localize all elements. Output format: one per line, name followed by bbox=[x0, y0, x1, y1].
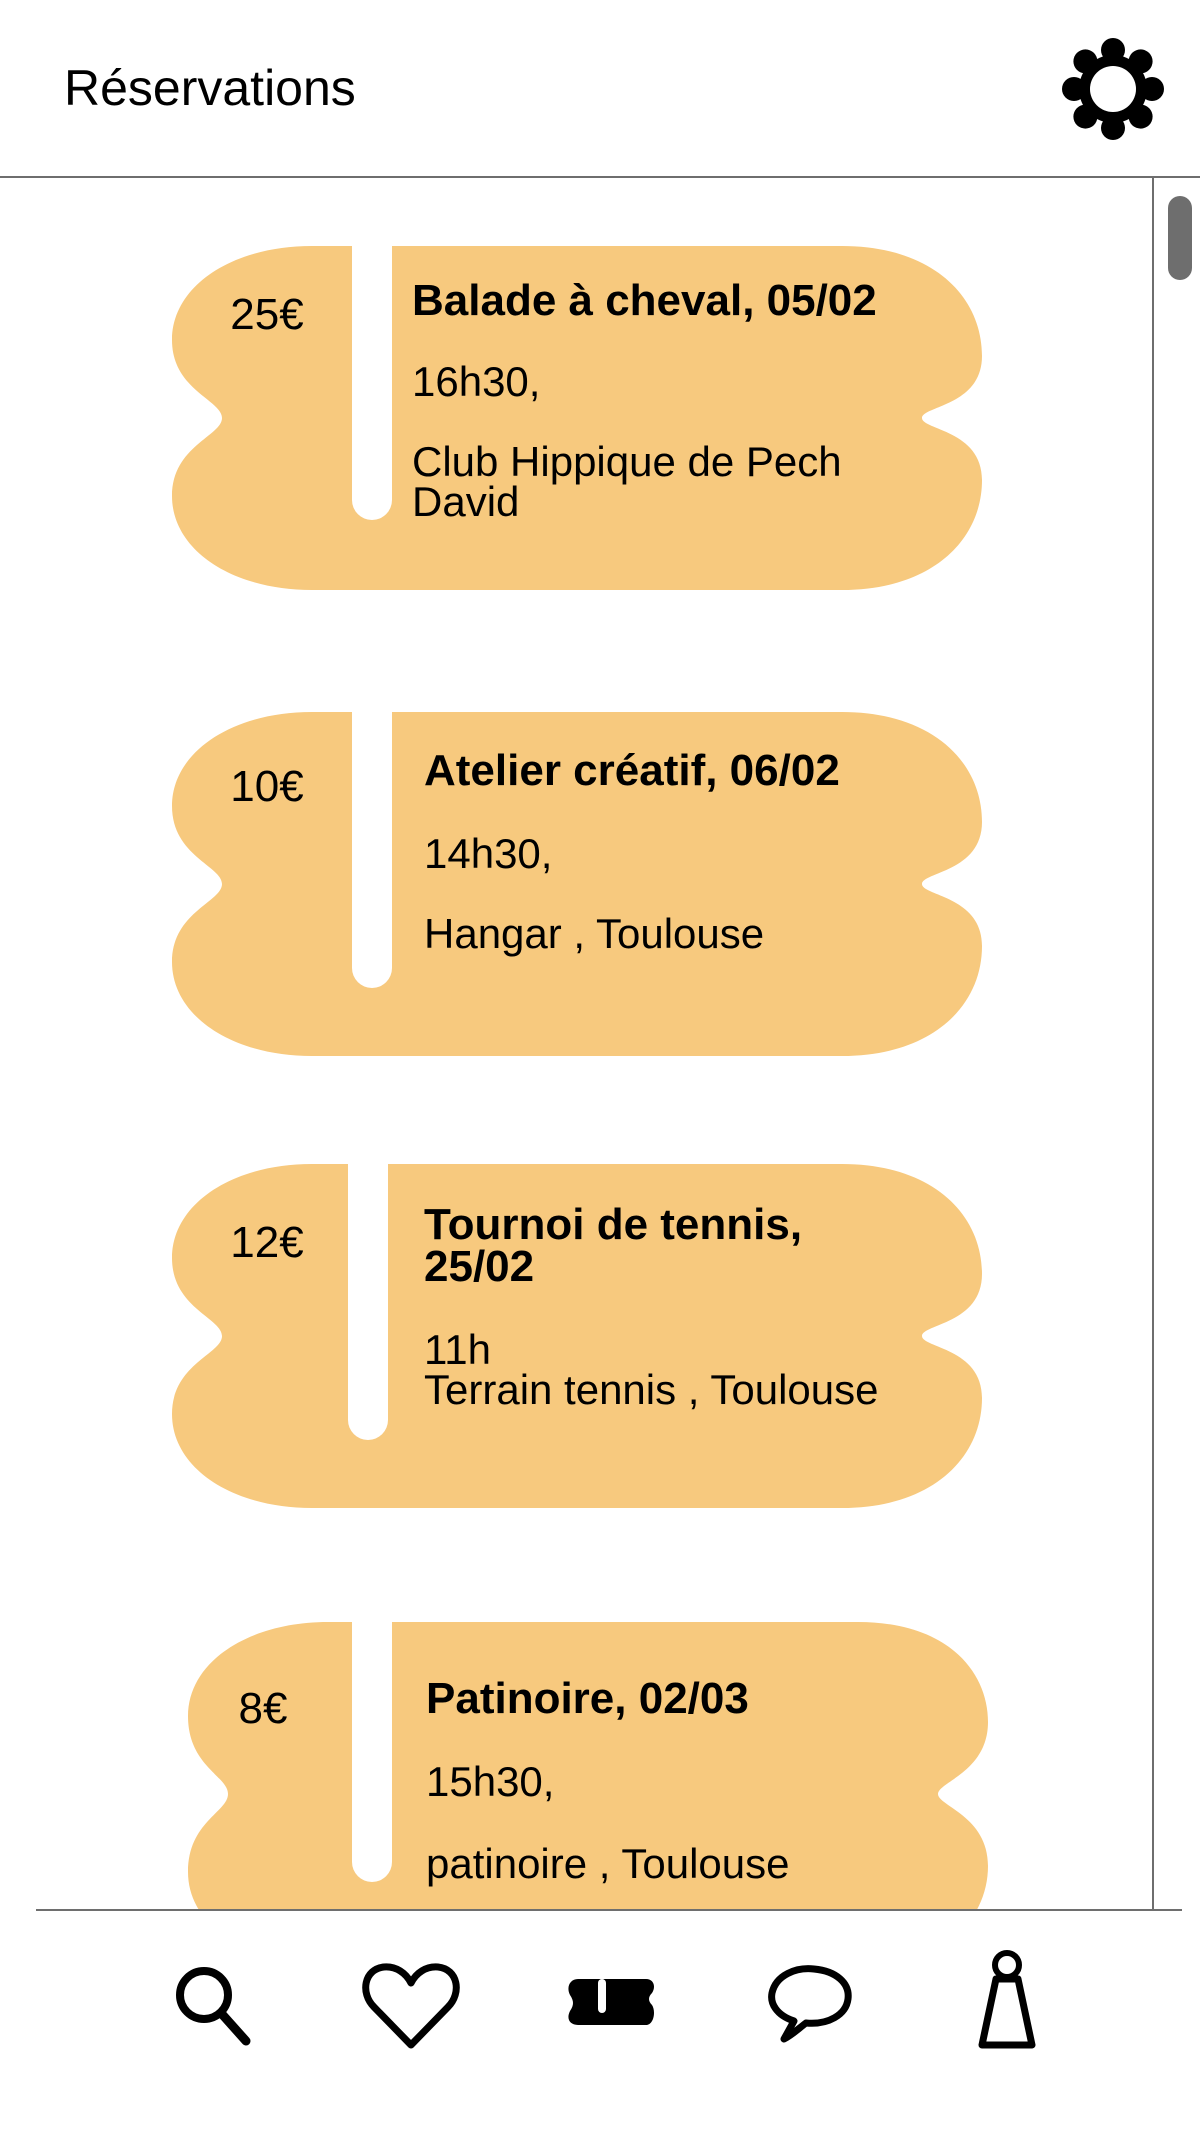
event-time: 15h30, bbox=[426, 1758, 555, 1805]
reservation-card[interactable]: 12€ Tournoi de tennis, 25/02 11h Terrain… bbox=[172, 1164, 982, 1508]
reservation-card[interactable]: 25€ Balade à cheval, 05/02 16h30, Club H… bbox=[172, 246, 982, 590]
tab-search[interactable] bbox=[158, 1943, 268, 2063]
price-label: 8€ bbox=[238, 1684, 288, 1733]
price-label: 25€ bbox=[230, 290, 304, 339]
settings-button[interactable] bbox=[1060, 36, 1166, 142]
price-label: 10€ bbox=[230, 762, 304, 811]
event-location: patinoire , Toulouse bbox=[426, 1840, 790, 1887]
scrollbar-thumb[interactable] bbox=[1168, 196, 1192, 280]
event-location: Hangar , Toulouse bbox=[424, 910, 765, 957]
event-title: Balade à cheval, 05/02 bbox=[412, 276, 877, 325]
event-location: Terrain tennis , Toulouse bbox=[424, 1366, 879, 1413]
event-title: Atelier créatif, 06/02 bbox=[424, 746, 840, 795]
tab-favorites[interactable] bbox=[356, 1943, 466, 2063]
chat-bubble-icon bbox=[768, 1965, 852, 2043]
heart-icon bbox=[362, 1963, 460, 2049]
event-time: 14h30, bbox=[424, 830, 553, 877]
event-time: 16h30, bbox=[412, 358, 541, 405]
page-title: Réservations bbox=[64, 60, 356, 116]
reservations-list[interactable]: 25€ Balade à cheval, 05/02 16h30, Club H… bbox=[0, 178, 1200, 1910]
tab-messages[interactable] bbox=[754, 1943, 864, 2063]
ticket-icon bbox=[568, 1979, 654, 2025]
reservation-card[interactable]: 10€ Atelier créatif, 06/02 14h30, Hangar… bbox=[172, 712, 982, 1056]
tab-profile[interactable] bbox=[952, 1943, 1062, 2063]
scrollbar-track bbox=[1152, 178, 1154, 1910]
reservation-card[interactable]: 8€ Patinoire, 02/03 15h30, patinoire , T… bbox=[188, 1622, 998, 1910]
app-header: Réservations bbox=[0, 0, 1200, 178]
tab-reservations[interactable] bbox=[556, 1943, 666, 2063]
search-icon bbox=[176, 1967, 251, 2046]
event-title: Patinoire, 02/03 bbox=[426, 1674, 749, 1723]
bottom-tab-bar bbox=[36, 1909, 1182, 2134]
price-label: 12€ bbox=[230, 1218, 304, 1267]
event-location: Club Hippique de Pech David bbox=[412, 438, 842, 525]
event-title: Tournoi de tennis, 25/02 bbox=[424, 1200, 803, 1291]
profile-icon bbox=[978, 1950, 1036, 2049]
event-time: 11h bbox=[424, 1326, 491, 1373]
gear-icon bbox=[1062, 38, 1164, 140]
